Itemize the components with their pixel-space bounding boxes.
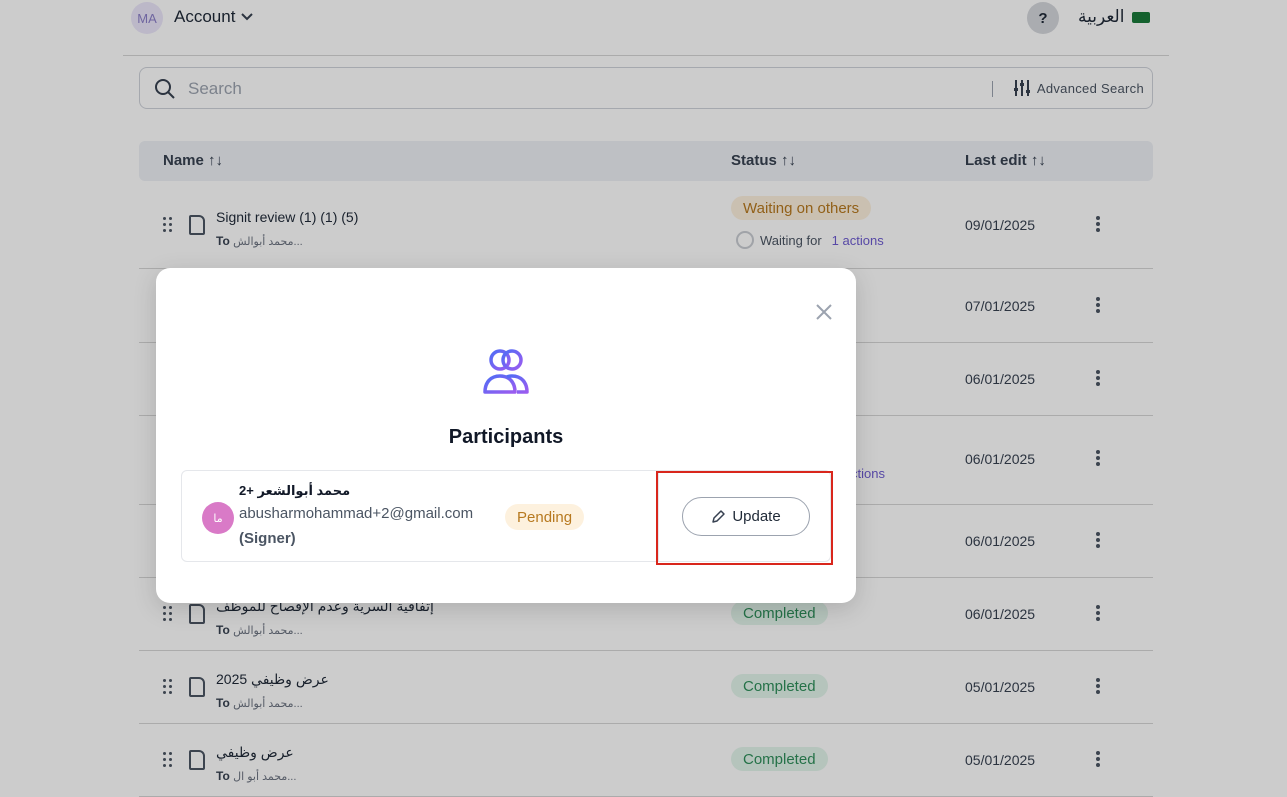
modal-title: Participants xyxy=(448,426,564,448)
close-icon[interactable] xyxy=(814,302,834,322)
participant-email: abusharmohammad+2@gmail.com xyxy=(239,505,474,522)
highlight-box xyxy=(656,471,833,565)
participant-avatar: ما xyxy=(202,502,234,534)
participants-icon xyxy=(483,349,529,394)
participant-status-badge: Pending xyxy=(505,504,585,530)
participant-role: (Signer) xyxy=(239,530,296,547)
participant-name: محمد أبوالشعر +2 xyxy=(239,483,351,498)
